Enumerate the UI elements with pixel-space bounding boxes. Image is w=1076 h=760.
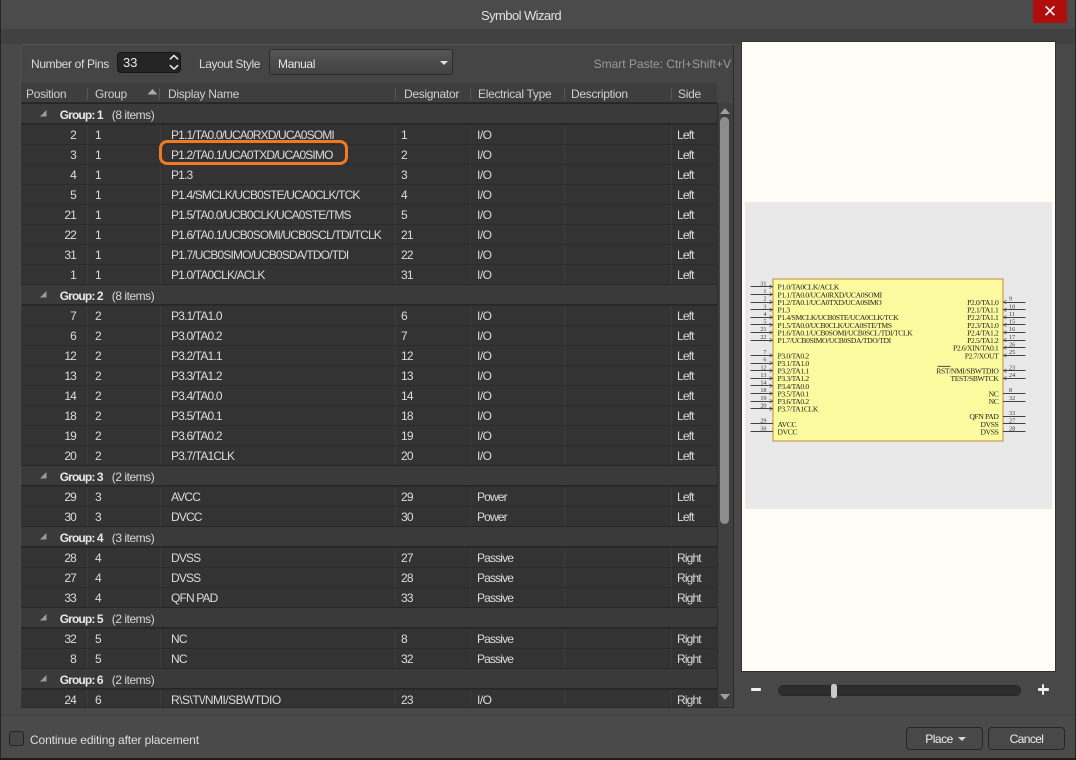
svg-text:P2.7/XOUT: P2.7/XOUT — [965, 351, 999, 360]
svg-text:6: 6 — [763, 357, 766, 364]
svg-text:26: 26 — [1009, 342, 1015, 349]
svg-text:P1.2/TA0.1/UCA0TXD/UCA0SIMO: P1.2/TA0.1/UCA0TXD/UCA0SIMO — [778, 298, 883, 307]
svg-text:25: 25 — [1009, 349, 1015, 356]
svg-text:14: 14 — [760, 380, 766, 387]
svg-text:8: 8 — [1009, 387, 1012, 394]
svg-text:24: 24 — [1009, 372, 1015, 379]
svg-text:27: 27 — [1009, 418, 1015, 425]
svg-text:9: 9 — [1009, 296, 1012, 303]
svg-text:16: 16 — [1009, 326, 1015, 333]
svg-text:22: 22 — [760, 334, 766, 341]
svg-text:33: 33 — [1009, 410, 1015, 417]
svg-text:DVSS: DVSS — [980, 428, 998, 437]
svg-text:13: 13 — [760, 372, 766, 379]
svg-text:DVCC: DVCC — [778, 428, 798, 437]
svg-text:P3.7/TA1CLK: P3.7/TA1CLK — [778, 405, 819, 414]
svg-text:P1.7/UCB0SIMO/UCB0SDA/TDO/TDI: P1.7/UCB0SIMO/UCB0SDA/TDO/TDI — [778, 336, 892, 345]
svg-text:3: 3 — [763, 303, 766, 310]
svg-text:NC: NC — [989, 397, 999, 406]
svg-text:21: 21 — [760, 326, 766, 333]
svg-text:17: 17 — [1009, 334, 1015, 341]
svg-text:20: 20 — [760, 402, 766, 409]
svg-text:12: 12 — [760, 364, 766, 371]
svg-text:1: 1 — [763, 288, 766, 295]
svg-text:10: 10 — [1009, 303, 1015, 310]
svg-text:7: 7 — [763, 349, 766, 356]
svg-text:5: 5 — [763, 319, 766, 326]
svg-text:29: 29 — [760, 418, 766, 425]
svg-text:4: 4 — [763, 311, 766, 318]
svg-text:TEST/SBWTCK: TEST/SBWTCK — [950, 374, 999, 383]
svg-text:32: 32 — [1009, 395, 1015, 402]
svg-text:23: 23 — [1009, 364, 1015, 371]
svg-text:2: 2 — [763, 296, 766, 303]
svg-text:19: 19 — [760, 395, 766, 402]
svg-text:30: 30 — [760, 425, 766, 432]
svg-text:15: 15 — [1009, 319, 1015, 326]
svg-text:18: 18 — [760, 387, 766, 394]
svg-text:28: 28 — [1009, 425, 1015, 432]
svg-text:31: 31 — [760, 281, 766, 288]
svg-text:11: 11 — [1009, 311, 1015, 318]
